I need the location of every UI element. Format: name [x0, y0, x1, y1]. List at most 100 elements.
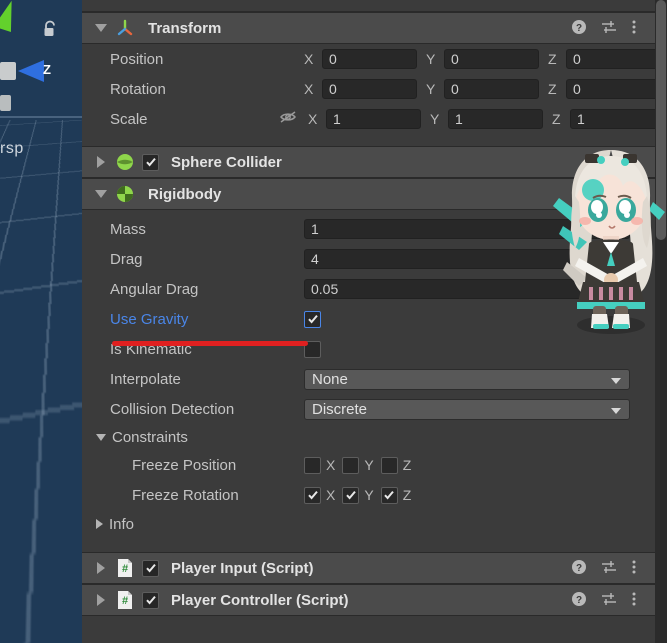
label-use-gravity: Use Gravity	[110, 310, 189, 328]
chevron-down-icon	[95, 24, 107, 32]
position-x-input[interactable]: 0	[322, 49, 417, 69]
svg-text:#: #	[122, 563, 128, 575]
rotation-z-input[interactable]: 0	[566, 79, 655, 99]
preset-icon[interactable]	[601, 559, 617, 580]
inspector-bottom-edge	[82, 616, 655, 624]
help-icon[interactable]: ?	[571, 559, 587, 580]
axis-label-z: Z	[552, 111, 561, 127]
axis-label-x: X	[308, 111, 318, 127]
player-controller-enable-checkbox[interactable]	[142, 591, 159, 609]
foldout-player-input[interactable]	[90, 562, 112, 574]
preset-icon[interactable]	[601, 19, 617, 40]
player-input-enable-checkbox[interactable]	[142, 559, 159, 577]
axis-label-z: Z	[402, 487, 412, 503]
mass-input[interactable]: 1	[304, 219, 630, 239]
svg-text:#: #	[122, 595, 128, 607]
axis-label-y: Y	[426, 81, 436, 97]
gizmo-hub-secondary	[0, 95, 11, 111]
help-icon[interactable]: ?	[571, 591, 587, 612]
row-use-gravity: Use Gravity	[82, 304, 655, 334]
use-gravity-checkbox[interactable]	[304, 310, 321, 328]
axis-label-y: Y	[430, 111, 440, 127]
rigidbody-body-spacer	[82, 538, 655, 552]
preset-icon[interactable]	[601, 591, 617, 612]
rigidbody-icon	[114, 183, 136, 205]
script-icon: #	[114, 557, 136, 579]
row-freeze-position: Freeze Position X Y Z	[82, 450, 655, 480]
more-menu-icon[interactable]	[631, 559, 637, 580]
freeze-position-group: X Y Z	[304, 456, 418, 474]
scene-horizon-line	[0, 116, 82, 118]
label-position: Position	[110, 50, 164, 68]
label-angular-drag: Angular Drag	[110, 280, 199, 298]
label-drag: Drag	[110, 250, 143, 268]
component-title: Transform	[148, 19, 222, 37]
svg-text:?: ?	[618, 157, 624, 168]
foldout-sphere-collider[interactable]	[90, 156, 112, 168]
label-rotation: Rotation	[110, 80, 166, 98]
sphere-collider-enable-checkbox[interactable]	[142, 153, 159, 171]
lock-icon[interactable]	[42, 20, 58, 43]
chevron-down-icon	[611, 377, 621, 384]
help-icon[interactable]: ?	[613, 153, 629, 174]
freeze-position-x-checkbox[interactable]	[304, 456, 321, 474]
help-icon[interactable]: ?	[571, 19, 587, 40]
header-actions-transform: ?	[571, 13, 637, 45]
inspector-panel[interactable]: Transform ? Position X 0 Y 0 Z 0 Rotatio…	[82, 0, 655, 643]
component-header-sphere-collider[interactable]: Sphere Collider ?	[82, 146, 655, 178]
freeze-rotation-z-checkbox[interactable]	[380, 486, 398, 504]
gizmo-cone-y-icon[interactable]	[0, 0, 21, 33]
foldout-transform[interactable]	[90, 24, 112, 32]
component-title: Player Controller (Script)	[171, 591, 349, 609]
scene-overlay-text: rsp	[0, 140, 24, 157]
svg-text:?: ?	[576, 23, 582, 34]
drag-input[interactable]: 4	[304, 249, 630, 269]
freeze-position-z-checkbox[interactable]	[380, 456, 398, 474]
foldout-player-controller[interactable]	[90, 594, 112, 606]
angular-drag-input[interactable]: 0.05	[304, 279, 630, 299]
gizmo-axis-label-z: Z	[43, 62, 51, 77]
row-drag: Drag 4	[82, 244, 655, 274]
transform-axis-icon	[114, 17, 136, 39]
gizmo-hub	[0, 62, 16, 80]
scale-z-input[interactable]: 1	[570, 109, 655, 129]
rotation-x-input[interactable]: 0	[322, 79, 417, 99]
header-actions-player-controller: ?	[571, 585, 637, 617]
row-constraints[interactable]: Constraints	[82, 424, 655, 450]
interpolate-value: None	[312, 370, 348, 388]
component-header-transform[interactable]: Transform ?	[82, 12, 655, 44]
component-header-player-controller[interactable]: # Player Controller (Script) ?	[82, 584, 655, 616]
interpolate-dropdown[interactable]: None	[304, 368, 630, 390]
row-angular-drag: Angular Drag 0.05	[82, 274, 655, 304]
row-info[interactable]: Info	[82, 510, 655, 538]
scale-x-input[interactable]: 1	[326, 109, 421, 129]
foldout-rigidbody[interactable]	[90, 190, 112, 198]
freeze-rotation-x-checkbox[interactable]	[304, 486, 321, 504]
eye-off-icon[interactable]	[278, 109, 304, 130]
freeze-rotation-group: X Y Z	[304, 486, 418, 504]
more-menu-icon[interactable]	[631, 19, 637, 40]
label-freeze-position: Freeze Position	[132, 456, 237, 474]
rotation-y-input[interactable]: 0	[444, 79, 539, 99]
collision-detection-value: Discrete	[312, 400, 368, 418]
more-menu-icon[interactable]	[631, 591, 637, 612]
header-actions-sphere-collider: ?	[613, 147, 629, 179]
position-z-input[interactable]: 0	[566, 49, 655, 69]
chevron-down-icon	[96, 433, 106, 441]
collision-detection-dropdown[interactable]: Discrete	[304, 398, 630, 420]
gizmo-cone-z-icon[interactable]	[18, 60, 44, 82]
component-header-player-input[interactable]: # Player Input (Script) ?	[82, 552, 655, 584]
freeze-position-y-checkbox[interactable]	[342, 456, 360, 474]
scale-y-input[interactable]: 1	[448, 109, 543, 129]
freeze-rotation-y-checkbox[interactable]	[342, 486, 360, 504]
scene-view[interactable]: Z rsp	[0, 0, 82, 643]
axis-label-z: Z	[548, 51, 557, 67]
position-y-input[interactable]: 0	[444, 49, 539, 69]
axis-label-y: Y	[364, 457, 374, 473]
row-freeze-rotation: Freeze Rotation X Y Z	[82, 480, 655, 510]
label-constraints: Constraints	[112, 428, 188, 446]
svg-text:?: ?	[576, 563, 582, 574]
inspector-scrollbar-thumb[interactable]	[656, 0, 666, 240]
component-header-rigidbody[interactable]: Rigidbody	[82, 178, 655, 210]
axis-label-x: X	[304, 51, 314, 67]
